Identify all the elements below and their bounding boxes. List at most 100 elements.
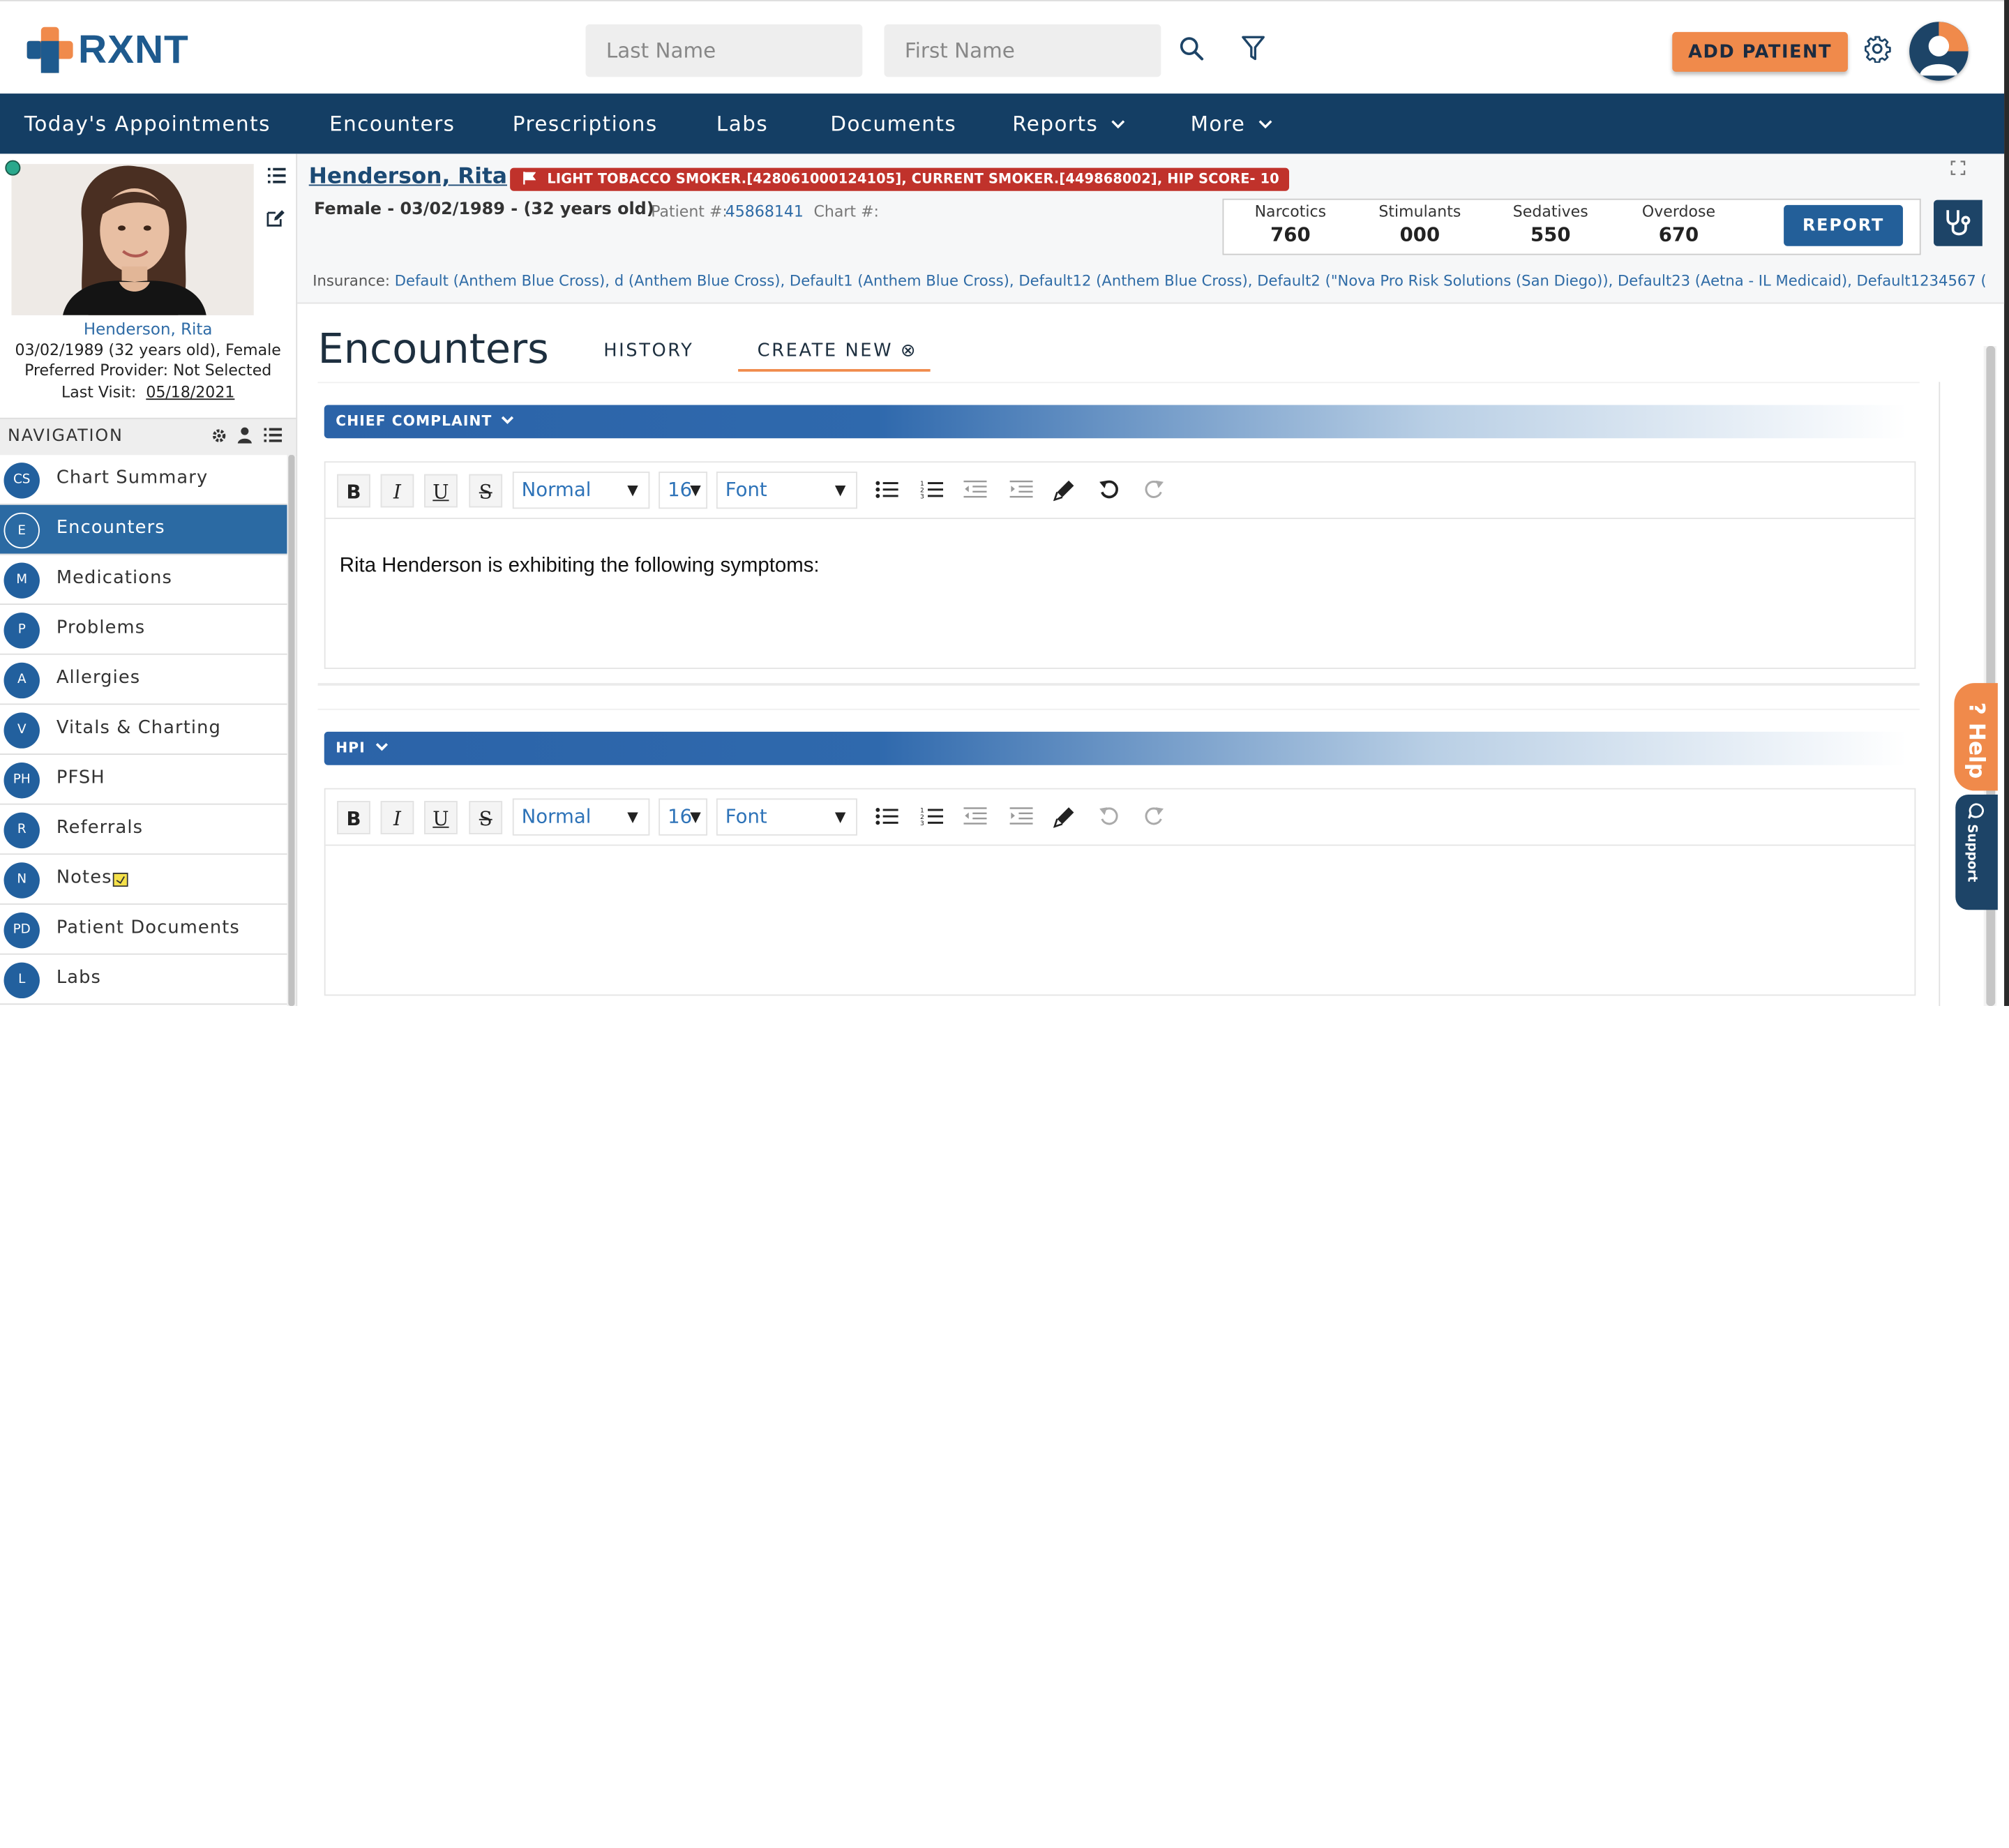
- bold-button[interactable]: B: [337, 801, 370, 834]
- content-right-border: [1939, 382, 1941, 1007]
- highlighter-icon[interactable]: [1053, 805, 1076, 828]
- strikethrough-button[interactable]: S: [469, 801, 503, 834]
- app-canvas: RXNT ADD PATIENT Today's Appointments En…: [0, 0, 2009, 1007]
- bullet-list-icon[interactable]: [875, 479, 898, 499]
- nav-badge: V: [3, 712, 40, 749]
- stat-label: Overdose: [1641, 202, 1716, 220]
- font-size-select[interactable]: 16 ▼: [659, 798, 708, 836]
- tab-history[interactable]: HISTORY: [603, 341, 693, 361]
- support-label[interactable]: Support: [1964, 824, 1978, 882]
- patient-flags-badge[interactable]: LIGHT TOBACCO SMOKER.[428061000124105], …: [510, 167, 1290, 191]
- paragraph-style-select[interactable]: Normal ▼: [512, 472, 650, 509]
- nav-reports[interactable]: Reports: [1012, 93, 1125, 153]
- redo-icon[interactable]: [1142, 805, 1165, 828]
- font-family-select[interactable]: Font ▼: [716, 472, 857, 509]
- first-name-search-input[interactable]: [884, 24, 1161, 77]
- gear-icon[interactable]: [211, 428, 227, 444]
- sidebar-item-notes[interactable]: N Notes: [0, 855, 287, 905]
- sidebar-item-labs[interactable]: L Labs: [0, 954, 287, 1005]
- italic-button[interactable]: I: [380, 474, 414, 508]
- list-icon[interactable]: [267, 167, 286, 183]
- outdent-icon[interactable]: [963, 479, 987, 499]
- section-divider: [317, 708, 1920, 710]
- chief-complaint-text[interactable]: Rita Henderson is exhibiting the followi…: [340, 555, 820, 578]
- gear-icon[interactable]: [1863, 35, 1891, 63]
- numbered-list-icon[interactable]: 123: [920, 479, 944, 499]
- report-button[interactable]: REPORT: [1784, 204, 1903, 246]
- sidebar-item-label: Notes: [56, 867, 112, 889]
- font-size-value: 16: [668, 804, 693, 828]
- nav-badge: L: [3, 962, 40, 999]
- person-icon[interactable]: [237, 427, 253, 444]
- patient-name-link[interactable]: Henderson, Rita: [309, 164, 507, 190]
- list-icon[interactable]: [264, 428, 283, 442]
- outdent-icon[interactable]: [963, 806, 987, 826]
- indent-icon[interactable]: [1009, 806, 1033, 826]
- nav-encounters[interactable]: Encounters: [329, 93, 455, 153]
- nav-labs[interactable]: Labs: [716, 93, 768, 153]
- top-bar: RXNT ADD PATIENT: [0, 0, 2009, 95]
- sidebar-item-problems[interactable]: P Problems: [0, 605, 287, 655]
- patient-number-value[interactable]: 45868141: [725, 202, 804, 220]
- font-size-select[interactable]: 16 ▼: [659, 472, 708, 509]
- sidebar-item-chart-summary[interactable]: CS Chart Summary: [0, 455, 287, 505]
- bullet-list-icon[interactable]: [875, 806, 898, 826]
- last-visit-link[interactable]: 05/18/2021: [146, 383, 234, 401]
- nav-documents[interactable]: Documents: [830, 93, 956, 153]
- insurance-value[interactable]: Default (Anthem Blue Cross), d (Anthem B…: [395, 271, 1985, 290]
- font-family-value: Font: [725, 804, 767, 828]
- add-patient-button[interactable]: ADD PATIENT: [1672, 31, 1848, 72]
- nav-label: Today's Appointments: [24, 111, 271, 136]
- sidebar-item-encounters[interactable]: E Encounters: [0, 504, 287, 555]
- sidebar-item-referrals[interactable]: R Referrals: [0, 804, 287, 855]
- highlighter-icon[interactable]: [1053, 478, 1076, 502]
- edit-icon[interactable]: [266, 209, 286, 227]
- search-icon[interactable]: [1179, 36, 1205, 61]
- font-family-select[interactable]: Font ▼: [716, 798, 857, 836]
- sidebar-item-label: Patient Documents: [56, 917, 240, 938]
- numbered-list-icon[interactable]: 123: [920, 806, 944, 827]
- bold-button[interactable]: B: [337, 474, 370, 508]
- expand-icon[interactable]: [1950, 160, 1966, 180]
- user-avatar-icon[interactable]: [1909, 22, 1969, 81]
- sidebar-item-medications[interactable]: M Medications: [0, 555, 287, 606]
- underline-button[interactable]: U: [424, 801, 458, 834]
- filter-icon[interactable]: [1240, 35, 1266, 63]
- sidebar-item-vitals[interactable]: V Vitals & Charting: [0, 705, 287, 755]
- indent-icon[interactable]: [1009, 479, 1033, 499]
- sidebar-item-pfsh[interactable]: PH PFSH: [0, 754, 287, 805]
- chart-number-label: Chart #:: [813, 202, 879, 220]
- chevron-down-icon: [1111, 120, 1125, 129]
- chevron-down-icon: [502, 416, 514, 424]
- italic-button[interactable]: I: [380, 801, 414, 834]
- strikethrough-button[interactable]: S: [469, 474, 503, 508]
- sidebar-scrollbar-thumb[interactable]: [288, 455, 295, 1007]
- main-nav-bar: Today's Appointments Encounters Prescrip…: [0, 93, 2005, 154]
- status-indicator-dot: [5, 160, 21, 176]
- undo-icon[interactable]: [1098, 805, 1121, 828]
- underline-button[interactable]: U: [424, 474, 458, 508]
- redo-icon[interactable]: [1142, 478, 1165, 501]
- undo-icon[interactable]: [1098, 478, 1121, 501]
- editor-toolbar: B I U S Normal ▼ 16 ▼ Font ▼ 123: [325, 463, 1915, 519]
- last-name-search-input[interactable]: [585, 24, 863, 77]
- rxnt-logo[interactable]: RXNT: [27, 27, 189, 73]
- patient-demographics: Female - 03/02/1989 - (32 years old): [314, 200, 654, 220]
- patient-card-name[interactable]: Henderson, Rita: [0, 319, 296, 338]
- section-header-chief-complaint[interactable]: CHIEF COMPLAINT: [324, 405, 1907, 439]
- stethoscope-button[interactable]: [1934, 200, 1982, 246]
- sidebar-item-patient-documents[interactable]: PD Patient Documents: [0, 904, 287, 955]
- caret-down-icon: ▼: [627, 809, 638, 826]
- paragraph-style-select[interactable]: Normal ▼: [512, 798, 650, 836]
- nav-more[interactable]: More: [1191, 93, 1272, 153]
- caret-down-icon: ▼: [834, 809, 846, 826]
- chevron-down-icon: [375, 743, 388, 751]
- chat-bubble-icon: [1968, 803, 1984, 819]
- patient-card-dob: 03/02/1989 (32 years old), Female: [15, 340, 281, 359]
- section-header-hpi[interactable]: HPI: [324, 731, 1907, 765]
- sidebar-item-allergies[interactable]: A Allergies: [0, 654, 287, 705]
- nav-prescriptions[interactable]: Prescriptions: [513, 93, 658, 153]
- tab-create-new[interactable]: CREATE NEW ⊗: [758, 341, 917, 361]
- nav-todays-appointments[interactable]: Today's Appointments: [24, 93, 271, 153]
- help-label[interactable]: ? Help: [1963, 703, 1989, 779]
